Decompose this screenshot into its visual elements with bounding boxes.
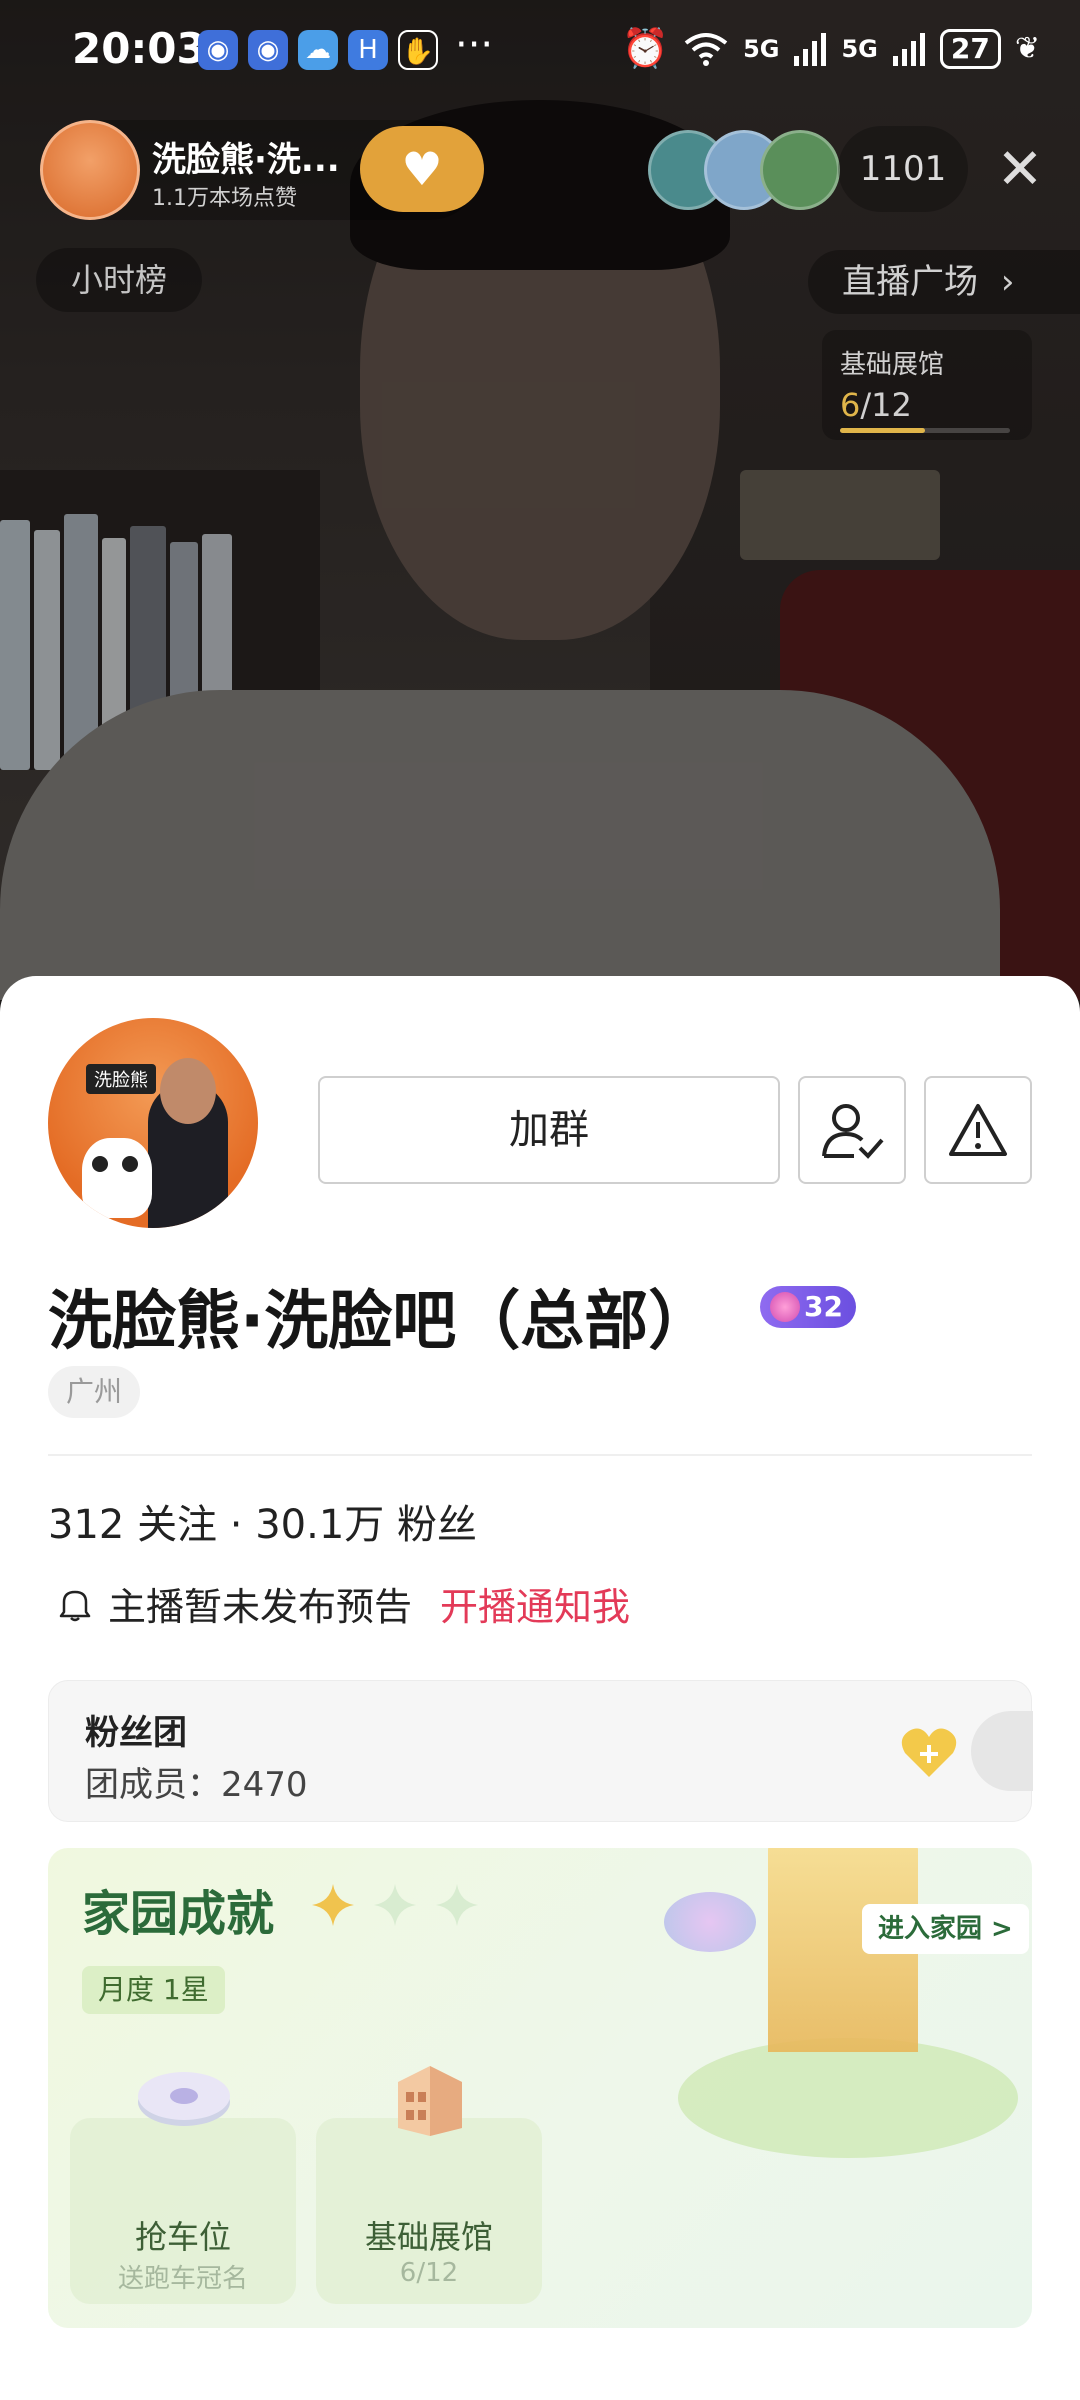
app-h-icon: H [348,30,388,70]
status-bar: 20:03 ◉ ◉ ☁ H ✋ ··· ⏰ 5G 5G 27 ❦ [0,0,1080,100]
follow-stats[interactable]: 312 关注 · 30.1万 粉丝 [48,1492,477,1550]
divider [48,1454,1032,1456]
weather-icon: ☁ [298,30,338,70]
leaf-icon: ❦ [1014,31,1040,66]
panda-mascot [82,1138,152,1218]
enter-home-button[interactable]: 进入家园 > [862,1904,1029,1954]
wifi-icon [684,32,728,66]
level-badge[interactable]: 32 [760,1286,856,1328]
viewer-avatar[interactable] [760,130,840,210]
signal-icon [892,32,925,66]
report-button[interactable] [924,1076,1032,1184]
signal-2-label: 5G [841,34,878,63]
app-notification-icon: ◉ [248,30,288,70]
live-notice: 主播暂未发布预告 开播通知我 [58,1576,630,1631]
status-time: 20:03 [72,24,206,73]
gallery-count: 6/12 [840,386,912,424]
notice-text: 主播暂未发布预告 [108,1585,413,1629]
host-avatar[interactable] [40,120,140,220]
followed-user-button[interactable] [798,1076,906,1184]
disc-icon [138,2072,230,2126]
user-check-icon [822,1104,884,1159]
profile-sheet: 洗脸熊 加群 洗脸熊·洗脸吧（总部） 32 广州 312 关注 · 30.1万 … [0,976,1080,2400]
tile-sub: 送跑车冠名 [117,2264,248,2294]
fan-club-title: 粉丝团 [85,1713,187,1753]
gallery-progress-bar [840,428,1010,433]
chevron-right-icon: › [1000,262,1015,302]
gallery-progress-fill [840,428,925,433]
home-title: 家园成就 [82,1886,275,1942]
avatar-logo: 洗脸熊 [86,1064,156,1094]
more-notifications-icon: ··· [455,22,494,68]
app-notification-icon: ◉ [198,30,238,70]
notification-icons: ◉ ◉ ☁ H ✋ [198,30,438,70]
profile-avatar[interactable]: 洗脸熊 [48,1018,258,1228]
host-name: 洗脸熊·洗... [152,140,340,180]
host-likes: 1.1万本场点赞 [152,186,297,211]
star-filled-icon [312,1884,354,1926]
join-group-button[interactable]: 加群 [318,1076,780,1184]
notify-me-link[interactable]: 开播通知我 [440,1576,630,1631]
home-disc-deco [664,1892,756,1952]
gallery-title: 基础展馆 [840,350,945,380]
warning-icon [949,1104,1007,1156]
hand-icon: ✋ [398,30,438,70]
profile-name: 洗脸熊·洗脸吧（总部） [48,1285,713,1359]
tile-label: 基础展馆 [364,2218,493,2256]
home-achievement-card[interactable]: 家园成就 月度 1星 进入家园 > 抢车位 送跑车冠名 基础展馆 6/12 [48,1848,1032,2328]
close-icon[interactable]: ✕ [980,130,1060,210]
bell-icon [59,1590,91,1621]
tile-label: 抢车位 [134,2218,231,2256]
signal-icon [794,32,827,66]
gallery-progress-card[interactable]: 基础展馆 6/12 [822,330,1032,440]
heart-plus-icon [901,1728,957,1777]
fan-club-card[interactable]: 粉丝团 团成员：2470 [48,1680,1033,1822]
status-right: ⏰ 5G 5G 27 ❦ [622,26,1040,71]
follow-heart-button[interactable]: ♥ [360,126,484,212]
monthly-star-tag: 月度 1星 [82,1966,225,2014]
home-tile-parking[interactable]: 抢车位 送跑车冠名 [70,2072,296,2304]
fan-club-avatar [971,1711,1033,1791]
signal-1-label: 5G [743,34,780,63]
alarm-icon: ⏰ [621,26,670,70]
home-tile-gallery[interactable]: 基础展馆 6/12 [316,2066,542,2304]
location-tag: 广州 [48,1366,141,1418]
building-icon [398,2066,462,2136]
star-rating [310,1882,480,1928]
viewer-count[interactable]: 1101 [838,126,968,212]
tile-sub: 6/12 [399,2258,459,2288]
fan-club-members: 团成员：2470 [85,1765,308,1805]
star-empty-icon [436,1884,478,1926]
hourly-rank-button[interactable]: 小时榜 [36,248,202,312]
star-empty-icon [374,1884,416,1926]
live-plaza-label: 直播广场 [842,262,978,302]
battery-icon: 27 [939,28,1001,69]
home-ground-deco [678,2038,1018,2158]
live-plaza-button[interactable]: 直播广场 › [808,250,1080,314]
